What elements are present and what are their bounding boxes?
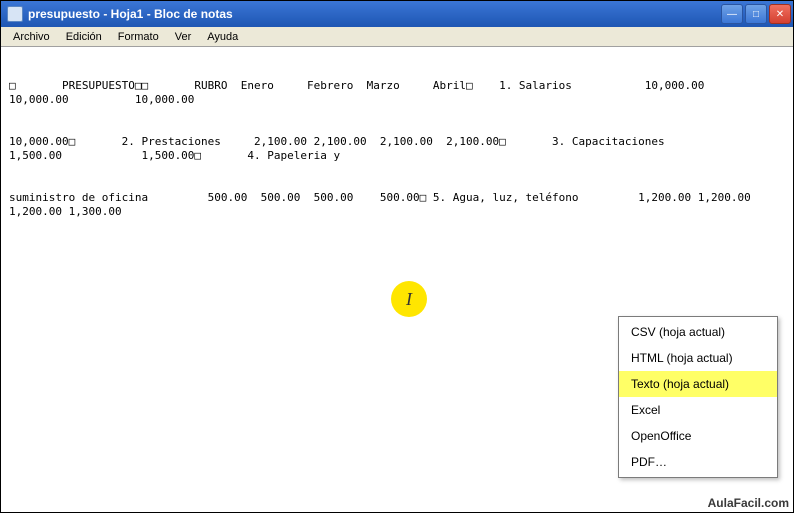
titlebar: presupuesto - Hoja1 - Bloc de notas — □ …: [1, 1, 793, 27]
ctx-excel[interactable]: Excel: [619, 397, 777, 423]
menu-ver[interactable]: Ver: [167, 29, 200, 45]
text-line-1: □ PRESUPUESTO□□ RUBRO Enero Febrero Marz…: [9, 79, 785, 107]
text-line-2: 10,000.00□ 2. Prestaciones 2,100.00 2,10…: [9, 135, 785, 163]
ctx-pdf[interactable]: PDF…: [619, 449, 777, 475]
minimize-button[interactable]: —: [721, 4, 743, 24]
notepad-icon: [7, 6, 23, 22]
menubar: Archivo Edición Formato Ver Ayuda: [1, 27, 793, 47]
export-context-menu: CSV (hoja actual) HTML (hoja actual) Tex…: [618, 316, 778, 478]
ctx-openoffice[interactable]: OpenOffice: [619, 423, 777, 449]
menu-archivo[interactable]: Archivo: [5, 29, 58, 45]
window-controls: — □ ✕: [721, 4, 791, 24]
ctx-csv[interactable]: CSV (hoja actual): [619, 319, 777, 345]
ctx-html[interactable]: HTML (hoja actual): [619, 345, 777, 371]
text-cursor-icon: I: [406, 289, 412, 310]
menu-formato[interactable]: Formato: [110, 29, 167, 45]
maximize-button[interactable]: □: [745, 4, 767, 24]
cursor-highlight-circle: I: [391, 281, 427, 317]
menu-ayuda[interactable]: Ayuda: [199, 29, 246, 45]
window-title: presupuesto - Hoja1 - Bloc de notas: [28, 7, 721, 21]
ctx-texto[interactable]: Texto (hoja actual): [619, 371, 777, 397]
watermark-text: AulaFacil.com: [708, 496, 789, 510]
text-line-3: suministro de oficina 500.00 500.00 500.…: [9, 191, 785, 219]
close-button[interactable]: ✕: [769, 4, 791, 24]
menu-edicion[interactable]: Edición: [58, 29, 110, 45]
